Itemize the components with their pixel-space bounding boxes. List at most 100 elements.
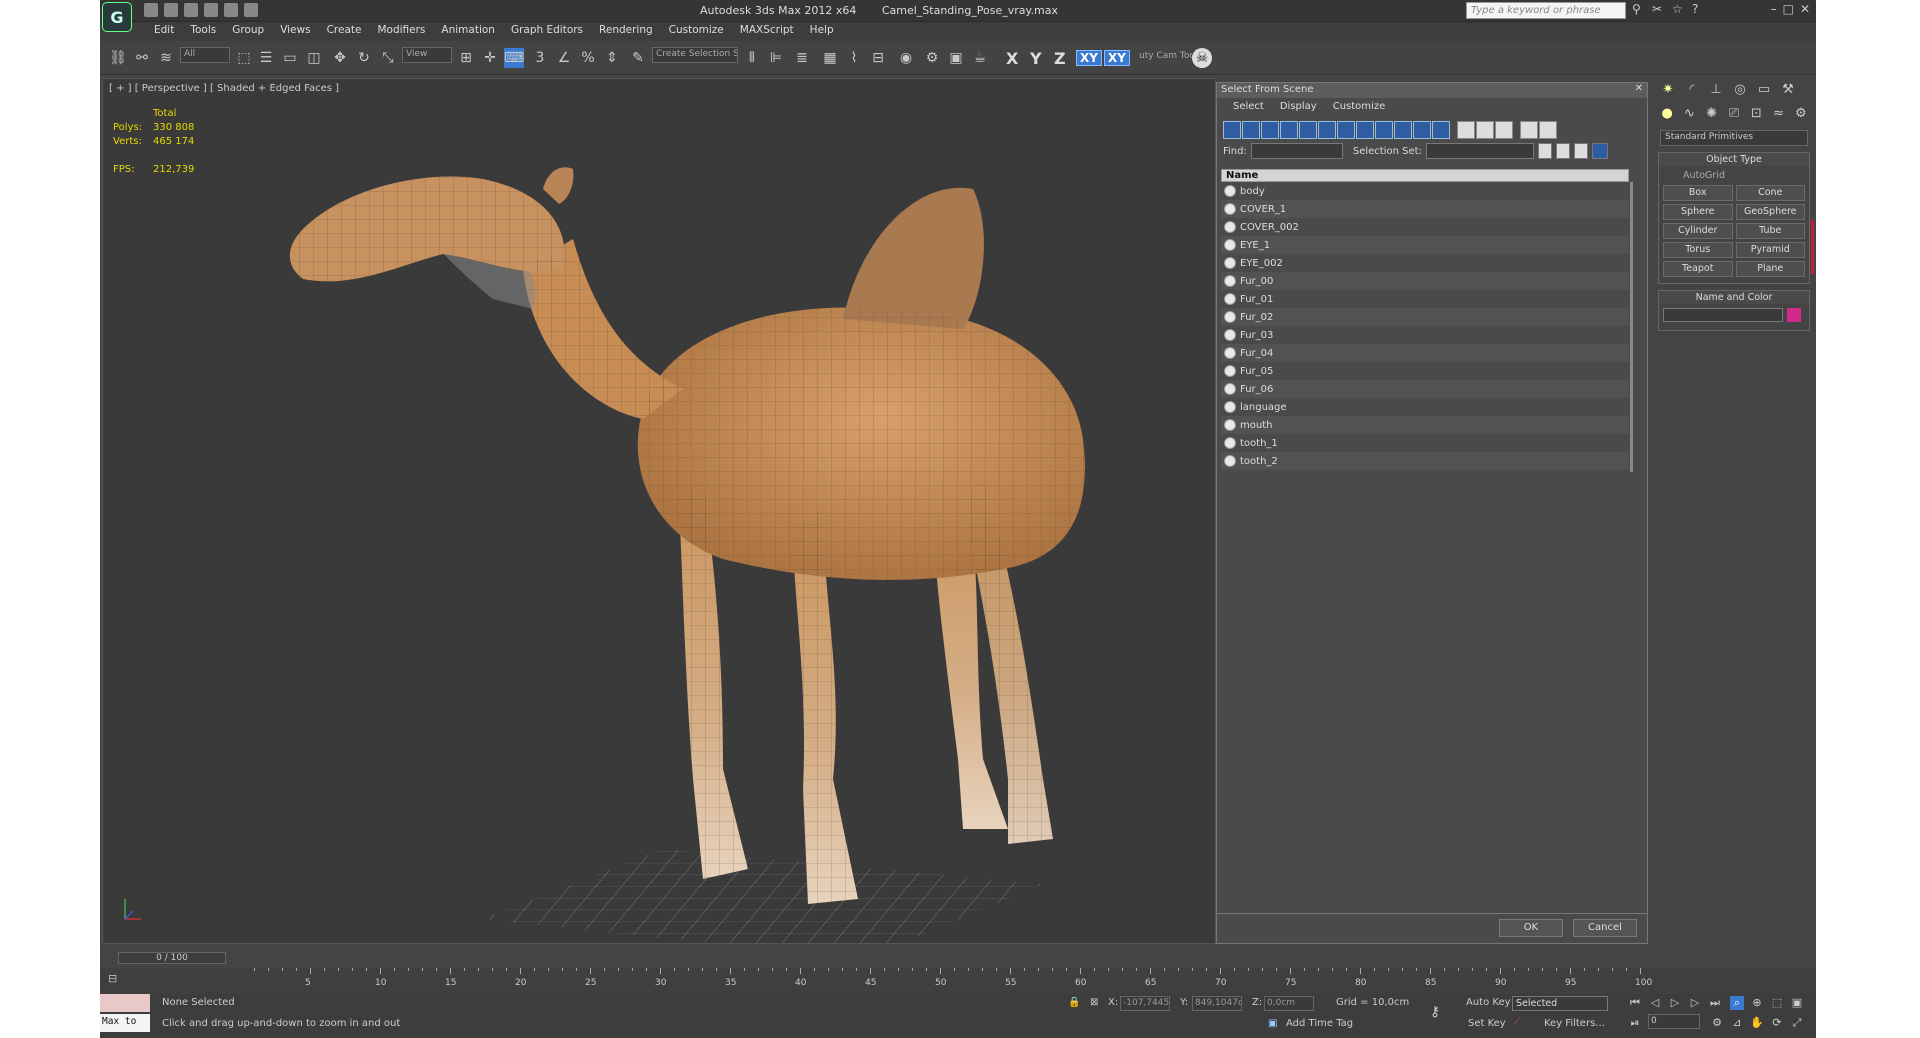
maxscript-mini-listener[interactable]: Max to [100, 1014, 150, 1032]
dialog-title-bar[interactable]: Select From Scene ✕ [1217, 83, 1647, 98]
schematic-view-icon[interactable]: ⊟ [868, 48, 888, 68]
list-item[interactable]: Fur_00 [1221, 272, 1629, 290]
hierarchy-tab-icon[interactable]: ⊥ [1708, 82, 1724, 98]
list-item[interactable]: Fur_01 [1221, 290, 1629, 308]
display-containers-icon[interactable] [1394, 121, 1412, 139]
filter-options-icon[interactable] [1539, 121, 1557, 139]
binoculars-icon[interactable]: ⚲ [1632, 3, 1644, 15]
display-groups-icon[interactable] [1337, 121, 1355, 139]
auto-key-button[interactable]: Auto Key [1466, 997, 1511, 1008]
x-coord-field[interactable]: -107,7445 [1120, 996, 1170, 1011]
selection-set-edit-icon[interactable] [1573, 143, 1588, 159]
curve-editor-icon[interactable]: ⌇ [844, 48, 864, 68]
previous-frame-icon[interactable]: ◁ [1648, 996, 1662, 1010]
display-frozen-icon[interactable] [1413, 121, 1431, 139]
list-item[interactable]: COVER_1 [1221, 200, 1629, 218]
list-item[interactable]: EYE_002 [1221, 254, 1629, 272]
axis-xy-cycle-button[interactable]: XY [1104, 50, 1130, 66]
list-item[interactable]: COVER_002 [1221, 218, 1629, 236]
set-key-icon[interactable]: ⟋ [1514, 1016, 1521, 1027]
render-setup-icon[interactable]: ⚙ [922, 48, 942, 68]
utilities-tab-icon[interactable]: ⚒ [1780, 82, 1796, 98]
search-input[interactable]: Type a keyword or phrase [1466, 2, 1626, 19]
select-invert-icon[interactable] [1495, 121, 1513, 139]
find-input[interactable] [1250, 143, 1343, 159]
menu-rendering[interactable]: Rendering [591, 22, 661, 41]
zoom-icon[interactable]: ⌕ [1730, 996, 1744, 1010]
list-item[interactable]: tooth_1 [1221, 434, 1629, 452]
time-config-icon[interactable]: ⚙ [1710, 1016, 1724, 1030]
snaps-toggle-icon[interactable]: 3 [530, 48, 550, 68]
perspective-viewport[interactable]: [ + ] [ Perspective ] [ Shaded + Edged F… [102, 78, 1216, 944]
create-tab-icon[interactable]: ✷ [1660, 82, 1676, 98]
y-coord-field[interactable]: 849,1047c [1192, 996, 1242, 1011]
menu-create[interactable]: Create [319, 22, 370, 41]
new-file-icon[interactable] [144, 3, 158, 17]
lock-selection-icon[interactable]: 🔒 [1068, 997, 1080, 1008]
viewport-label[interactable]: [ + ] [ Perspective ] [ Shaded + Edged F… [109, 83, 339, 94]
menu-views[interactable]: Views [272, 22, 318, 41]
dialog-close-icon[interactable]: ✕ [1635, 83, 1643, 94]
reference-coordinate-dropdown[interactable]: View [402, 47, 452, 63]
axis-xy-button[interactable]: XY [1076, 50, 1102, 66]
cancel-button[interactable]: Cancel [1573, 919, 1637, 937]
percent-snap-icon[interactable]: % [578, 48, 598, 68]
maximize-icon[interactable]: □ [1783, 2, 1794, 16]
list-item[interactable]: Fur_06 [1221, 380, 1629, 398]
orbit-icon[interactable]: ⟳ [1770, 1016, 1784, 1030]
display-xrefs-icon[interactable] [1356, 121, 1374, 139]
cameras-icon[interactable]: ⎚ [1727, 106, 1741, 122]
play-icon[interactable]: ▷ [1668, 996, 1682, 1010]
select-move-icon[interactable]: ✥ [330, 48, 350, 68]
select-by-name-icon[interactable]: ☰ [256, 48, 276, 68]
edit-named-selection-icon[interactable]: ✎ [628, 48, 648, 68]
app-logo-icon[interactable]: G [102, 2, 132, 32]
list-item[interactable]: tooth_2 [1221, 452, 1629, 470]
select-none-icon[interactable] [1476, 121, 1494, 139]
tools-icon[interactable]: ✂ [1652, 3, 1664, 15]
maxscript-listener-area[interactable] [100, 994, 150, 1012]
angle-snap-icon[interactable]: ∠ [554, 48, 574, 68]
time-tag-icon[interactable]: ▣ [1268, 1018, 1277, 1029]
selection-set-dropdown[interactable] [1425, 143, 1534, 159]
close-icon[interactable]: ✕ [1800, 2, 1810, 16]
selection-set-remove-icon[interactable] [1555, 143, 1570, 159]
plane-button[interactable]: Plane [1735, 261, 1805, 277]
list-item[interactable]: EYE_1 [1221, 236, 1629, 254]
key-filters-button[interactable]: Key Filters... [1544, 1018, 1605, 1029]
object-type-title[interactable]: Object Type [1659, 153, 1809, 166]
axis-x-button[interactable]: X [1006, 49, 1018, 68]
geosphere-button[interactable]: GeoSphere [1735, 204, 1805, 220]
pivot-center-icon[interactable]: ⊞ [456, 48, 476, 68]
dialog-menu-display[interactable]: Display [1272, 101, 1325, 113]
mirror-icon[interactable]: ⫴ [742, 48, 762, 68]
menu-animation[interactable]: Animation [433, 22, 503, 41]
help-icon[interactable]: ? [1692, 3, 1704, 15]
object-color-swatch[interactable] [1787, 308, 1801, 322]
save-file-icon[interactable] [184, 3, 198, 17]
zoom-extents-all-icon[interactable]: ▣ [1790, 996, 1804, 1010]
dialog-menu-customize[interactable]: Customize [1325, 101, 1394, 113]
next-frame-icon[interactable]: ▷ [1688, 996, 1702, 1010]
display-space-warps-icon[interactable] [1318, 121, 1336, 139]
open-file-icon[interactable] [164, 3, 178, 17]
field-of-view-icon[interactable]: ⊿ [1730, 1016, 1744, 1030]
favorites-icon[interactable]: ☆ [1672, 3, 1684, 15]
display-shapes-icon[interactable] [1242, 121, 1260, 139]
dialog-menu-select[interactable]: Select [1225, 101, 1272, 113]
display-bones-icon[interactable] [1375, 121, 1393, 139]
rendered-frame-icon[interactable]: ▣ [946, 48, 966, 68]
box-button[interactable]: Box [1663, 185, 1733, 201]
redo-icon[interactable] [224, 3, 238, 17]
axis-z-button[interactable]: Z [1054, 49, 1066, 68]
torus-button[interactable]: Torus [1663, 242, 1733, 258]
geometry-icon[interactable]: ● [1660, 106, 1674, 122]
list-item[interactable]: Fur_04 [1221, 344, 1629, 362]
align-icon[interactable]: ⊫ [766, 48, 786, 68]
menu-maxscript[interactable]: MAXScript [732, 22, 802, 41]
z-coord-field[interactable]: 0,0cm [1264, 996, 1314, 1011]
helpers-icon[interactable]: ⊡ [1749, 106, 1763, 122]
unlink-icon[interactable]: ⚯ [132, 48, 152, 68]
key-icon[interactable]: ⚷ [1430, 1004, 1440, 1020]
current-frame-field[interactable]: 0 [1648, 1014, 1700, 1029]
